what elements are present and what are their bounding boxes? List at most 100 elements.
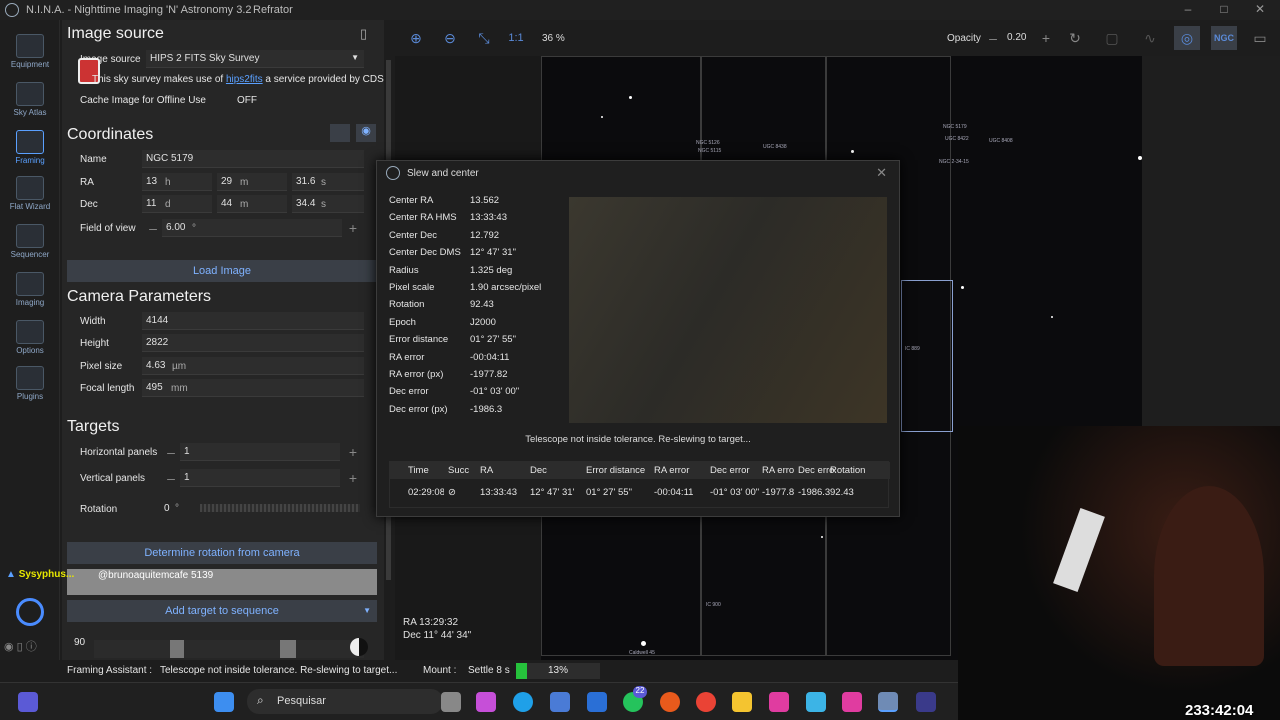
location-pin-icon[interactable]: ◉ — [356, 124, 376, 142]
app-icon[interactable] — [806, 692, 826, 712]
rotation-slider[interactable] — [200, 504, 360, 512]
table-column-header[interactable]: RA — [480, 465, 524, 476]
maximize-icon[interactable]: □ — [1216, 2, 1232, 18]
table-column-header[interactable]: Rotation — [830, 465, 870, 476]
result-key: Epoch — [389, 316, 416, 328]
height-input[interactable]: 2822 — [142, 334, 364, 352]
table-column-header[interactable]: Dec erro — [798, 465, 834, 476]
fov-minus-button[interactable]: – — [144, 219, 162, 237]
dec-minutes-input[interactable]: 44 — [217, 195, 287, 213]
hpanels-minus-button[interactable]: – — [162, 443, 180, 461]
mount-status-label: Mount : — [423, 665, 457, 676]
nina-taskbar-icon[interactable] — [878, 692, 898, 712]
rotation-value[interactable]: 0 — [164, 503, 170, 514]
app-icon[interactable] — [916, 692, 936, 712]
app-icon[interactable] — [842, 692, 862, 712]
folder-icon[interactable] — [732, 692, 752, 712]
table-column-header[interactable]: Error distance — [586, 465, 648, 476]
fit-icon[interactable]: ⤡ — [471, 26, 497, 50]
sidebar-item-plugins[interactable]: Plugins — [0, 360, 60, 406]
sidebar-item-framing[interactable]: Framing — [0, 124, 60, 170]
frame-icon[interactable]: ▭ — [1247, 26, 1273, 50]
hips2fits-link[interactable]: hips2fits — [226, 74, 263, 85]
determine-rotation-button[interactable]: Determine rotation from camera — [67, 542, 377, 564]
app-title: N.I.N.A. - Nighttime Imaging 'N' Astrono… — [26, 4, 252, 16]
load-image-button[interactable]: Load Image — [67, 260, 377, 282]
search-input[interactable]: ⌕ Pesquisar — [247, 689, 443, 714]
fov-input[interactable]: 6.00 — [162, 219, 342, 237]
sidebar-item-label: Sky Atlas — [13, 108, 47, 117]
close-icon[interactable]: ✕ — [1252, 2, 1268, 18]
target-search-icon[interactable] — [330, 124, 350, 142]
image-source-select[interactable]: HIPS 2 FITS Sky Survey ▼ — [146, 50, 364, 68]
view-icons[interactable]: ◉ ▯ ⓘ — [4, 638, 37, 654]
opacity-value[interactable]: 0.20 — [1007, 32, 1026, 43]
sidebar-item-sequencer[interactable]: Sequencer — [0, 218, 60, 264]
sidebar-item-equipment[interactable]: Equipment — [0, 28, 60, 74]
telescope-photo — [1053, 507, 1105, 593]
opera-icon[interactable] — [660, 692, 680, 712]
table-column-header[interactable]: Succ — [448, 465, 474, 476]
table-column-header[interactable]: Dec error — [710, 465, 760, 476]
annotation-icon[interactable]: ▢ — [1099, 26, 1125, 50]
vertical-panels-input[interactable]: 1 — [180, 469, 340, 487]
ra-seconds-input[interactable]: 31.6 — [292, 173, 364, 191]
widgets-icon[interactable] — [18, 692, 38, 712]
hpanels-plus-button[interactable]: + — [344, 443, 362, 461]
target-name-input[interactable]: NGC 5179 — [142, 150, 364, 168]
sidebar-item-flat-wizard[interactable]: Flat Wizard — [0, 170, 60, 216]
horizontal-panels-input[interactable]: 1 — [180, 443, 340, 461]
vpanels-plus-button[interactable]: + — [344, 469, 362, 487]
edge-icon[interactable] — [513, 692, 533, 712]
contrast-icon[interactable] — [350, 638, 368, 656]
copilot-icon[interactable] — [476, 692, 496, 712]
table-column-header[interactable]: Time — [408, 465, 444, 476]
sidebar-item-options[interactable]: Options — [0, 314, 60, 360]
chrome-icon[interactable] — [696, 692, 716, 712]
sidebar-item-sky-atlas[interactable]: Sky Atlas — [0, 76, 60, 122]
survey-note-text: This sky survey makes use of — [92, 74, 224, 85]
table-column-header[interactable]: RA erro — [762, 465, 800, 476]
store-icon[interactable] — [550, 692, 570, 712]
app-icon[interactable] — [587, 692, 607, 712]
ra-hours-input[interactable]: 13 — [142, 173, 212, 191]
chat-message: @brunoaquitemcafe 5139 — [98, 570, 214, 581]
book-icon[interactable]: ▯ — [360, 26, 367, 42]
windows-start-icon[interactable] — [214, 692, 234, 712]
image-source-header: Image source — [67, 25, 164, 42]
table-cell: 92.43 — [830, 487, 854, 498]
task-view-icon[interactable] — [441, 692, 461, 712]
table-column-header[interactable]: RA error — [654, 465, 702, 476]
rotate-icon[interactable]: ↻ — [1062, 26, 1088, 50]
grid-globe-icon[interactable]: ◎ — [1174, 26, 1200, 50]
fov-plus-button[interactable]: + — [344, 219, 362, 237]
ra-minutes-input[interactable]: 29 — [217, 173, 287, 191]
chat-user-name: Sysyphus... — [18, 569, 75, 580]
zoom-out-icon[interactable]: ⊖ — [437, 26, 463, 50]
sidebar-item-imaging[interactable]: Imaging — [0, 266, 60, 312]
add-target-button[interactable]: Add target to sequence ▼ — [67, 600, 377, 622]
width-input[interactable]: 4144 — [142, 312, 364, 330]
minimize-icon[interactable]: – — [1180, 2, 1196, 18]
ngc-toggle[interactable]: NGC — [1211, 26, 1237, 50]
opacity-minus-button[interactable]: – — [984, 29, 1002, 47]
zoom-1to1-button[interactable]: 1:1 — [503, 26, 529, 50]
cache-label: Cache Image for Offline Use — [80, 95, 206, 106]
vpanels-minus-button[interactable]: – — [162, 469, 180, 487]
app-icon[interactable] — [769, 692, 789, 712]
zoom-in-icon[interactable]: ⊕ — [403, 26, 429, 50]
image-source-value: HIPS 2 FITS Sky Survey — [150, 53, 260, 64]
framing-rectangle[interactable] — [901, 280, 953, 432]
opacity-plus-button[interactable]: + — [1037, 29, 1055, 47]
dso-label: NGC 5179 — [943, 124, 967, 130]
close-icon[interactable]: ✕ — [876, 165, 887, 181]
dec-degrees-input[interactable]: 11 — [142, 195, 212, 213]
table-column-header[interactable]: Dec — [530, 465, 574, 476]
telescope-icon — [16, 34, 44, 58]
power-icon[interactable] — [16, 598, 44, 626]
dec-seconds-input[interactable]: 34.4 — [292, 195, 364, 213]
cache-toggle[interactable]: OFF — [237, 95, 257, 106]
constellation-icon[interactable]: ∿ — [1137, 26, 1163, 50]
star — [961, 286, 964, 289]
table-cell: -1977.8 — [762, 487, 795, 498]
